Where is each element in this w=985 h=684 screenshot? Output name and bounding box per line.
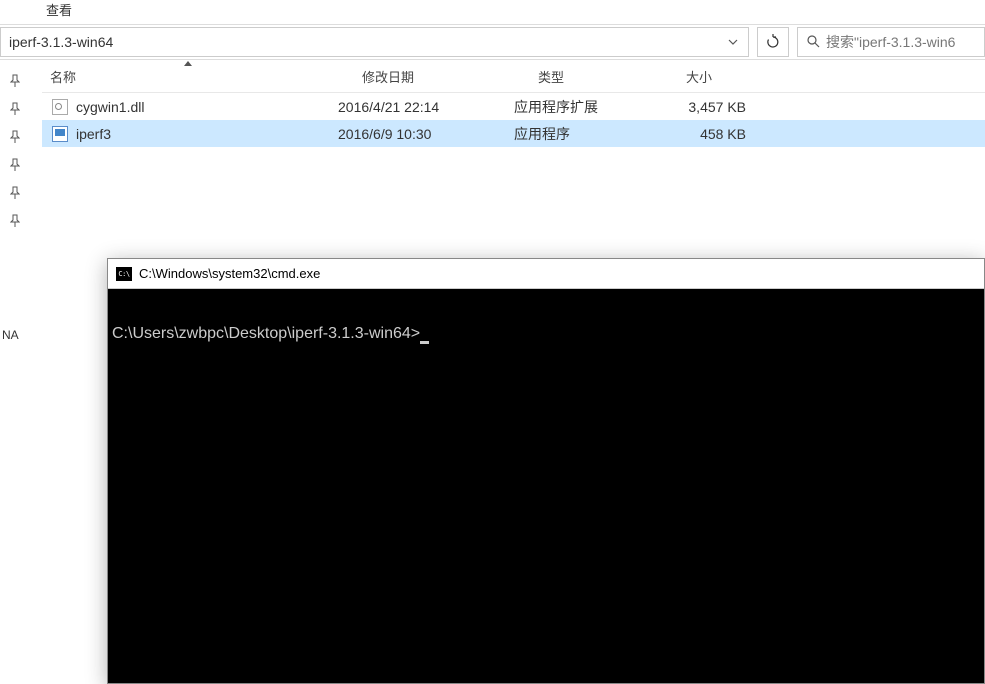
refresh-button[interactable] bbox=[757, 27, 789, 57]
column-name[interactable]: 名称 bbox=[42, 60, 362, 92]
sidebar: NA bbox=[0, 60, 30, 342]
pin-icon[interactable] bbox=[8, 186, 22, 200]
cmd-icon: C:\ bbox=[116, 267, 132, 281]
exe-file-icon bbox=[52, 126, 68, 142]
search-icon bbox=[806, 34, 820, 51]
pin-icon[interactable] bbox=[8, 214, 22, 228]
column-type[interactable]: 类型 bbox=[538, 67, 686, 86]
cmd-window[interactable]: C:\ C:\Windows\system32\cmd.exe C:\Users… bbox=[107, 258, 985, 684]
pin-icon[interactable] bbox=[8, 158, 22, 172]
file-modified: 2016/6/9 10:30 bbox=[338, 126, 514, 142]
top-menu-bar: 查看 bbox=[0, 0, 985, 24]
file-modified: 2016/4/21 22:14 bbox=[338, 99, 514, 115]
address-path: iperf-3.1.3-win64 bbox=[9, 34, 718, 50]
file-type: 应用程序 bbox=[514, 124, 662, 144]
file-size: 3,457 KB bbox=[662, 99, 750, 115]
file-name: cygwin1.dll bbox=[76, 99, 144, 115]
sidebar-label: NA bbox=[0, 328, 30, 342]
dll-file-icon bbox=[52, 99, 68, 115]
pin-icon[interactable] bbox=[8, 130, 22, 144]
pin-icon[interactable] bbox=[8, 102, 22, 116]
address-box[interactable]: iperf-3.1.3-win64 bbox=[0, 27, 749, 57]
cmd-titlebar[interactable]: C:\ C:\Windows\system32\cmd.exe bbox=[108, 259, 984, 289]
cmd-body[interactable]: C:\Users\zwbpc\Desktop\iperf-3.1.3-win64… bbox=[108, 317, 984, 351]
search-box[interactable]: 搜索"iperf-3.1.3-win6 bbox=[797, 27, 985, 57]
column-headers: 名称 修改日期 类型 大小 bbox=[42, 60, 985, 93]
address-dropdown-icon[interactable] bbox=[718, 28, 748, 56]
file-type: 应用程序扩展 bbox=[514, 97, 662, 117]
file-row[interactable]: iperf3 2016/6/9 10:30 应用程序 458 KB bbox=[42, 120, 985, 147]
column-size[interactable]: 大小 bbox=[686, 67, 774, 86]
pin-icon[interactable] bbox=[8, 74, 22, 88]
file-row[interactable]: cygwin1.dll 2016/4/21 22:14 应用程序扩展 3,457… bbox=[42, 93, 985, 120]
cmd-title: C:\Windows\system32\cmd.exe bbox=[139, 266, 320, 281]
file-size: 458 KB bbox=[662, 126, 750, 142]
column-modified[interactable]: 修改日期 bbox=[362, 67, 538, 86]
menu-view[interactable]: 查看 bbox=[38, 0, 80, 19]
address-bar-row: iperf-3.1.3-win64 搜索"iperf-3.1.3-win6 bbox=[0, 24, 985, 60]
cursor-icon bbox=[420, 341, 429, 344]
cmd-prompt: C:\Users\zwbpc\Desktop\iperf-3.1.3-win64… bbox=[112, 325, 420, 342]
sort-indicator-icon bbox=[184, 59, 192, 69]
file-name: iperf3 bbox=[76, 126, 111, 142]
search-placeholder: 搜索"iperf-3.1.3-win6 bbox=[826, 32, 955, 52]
